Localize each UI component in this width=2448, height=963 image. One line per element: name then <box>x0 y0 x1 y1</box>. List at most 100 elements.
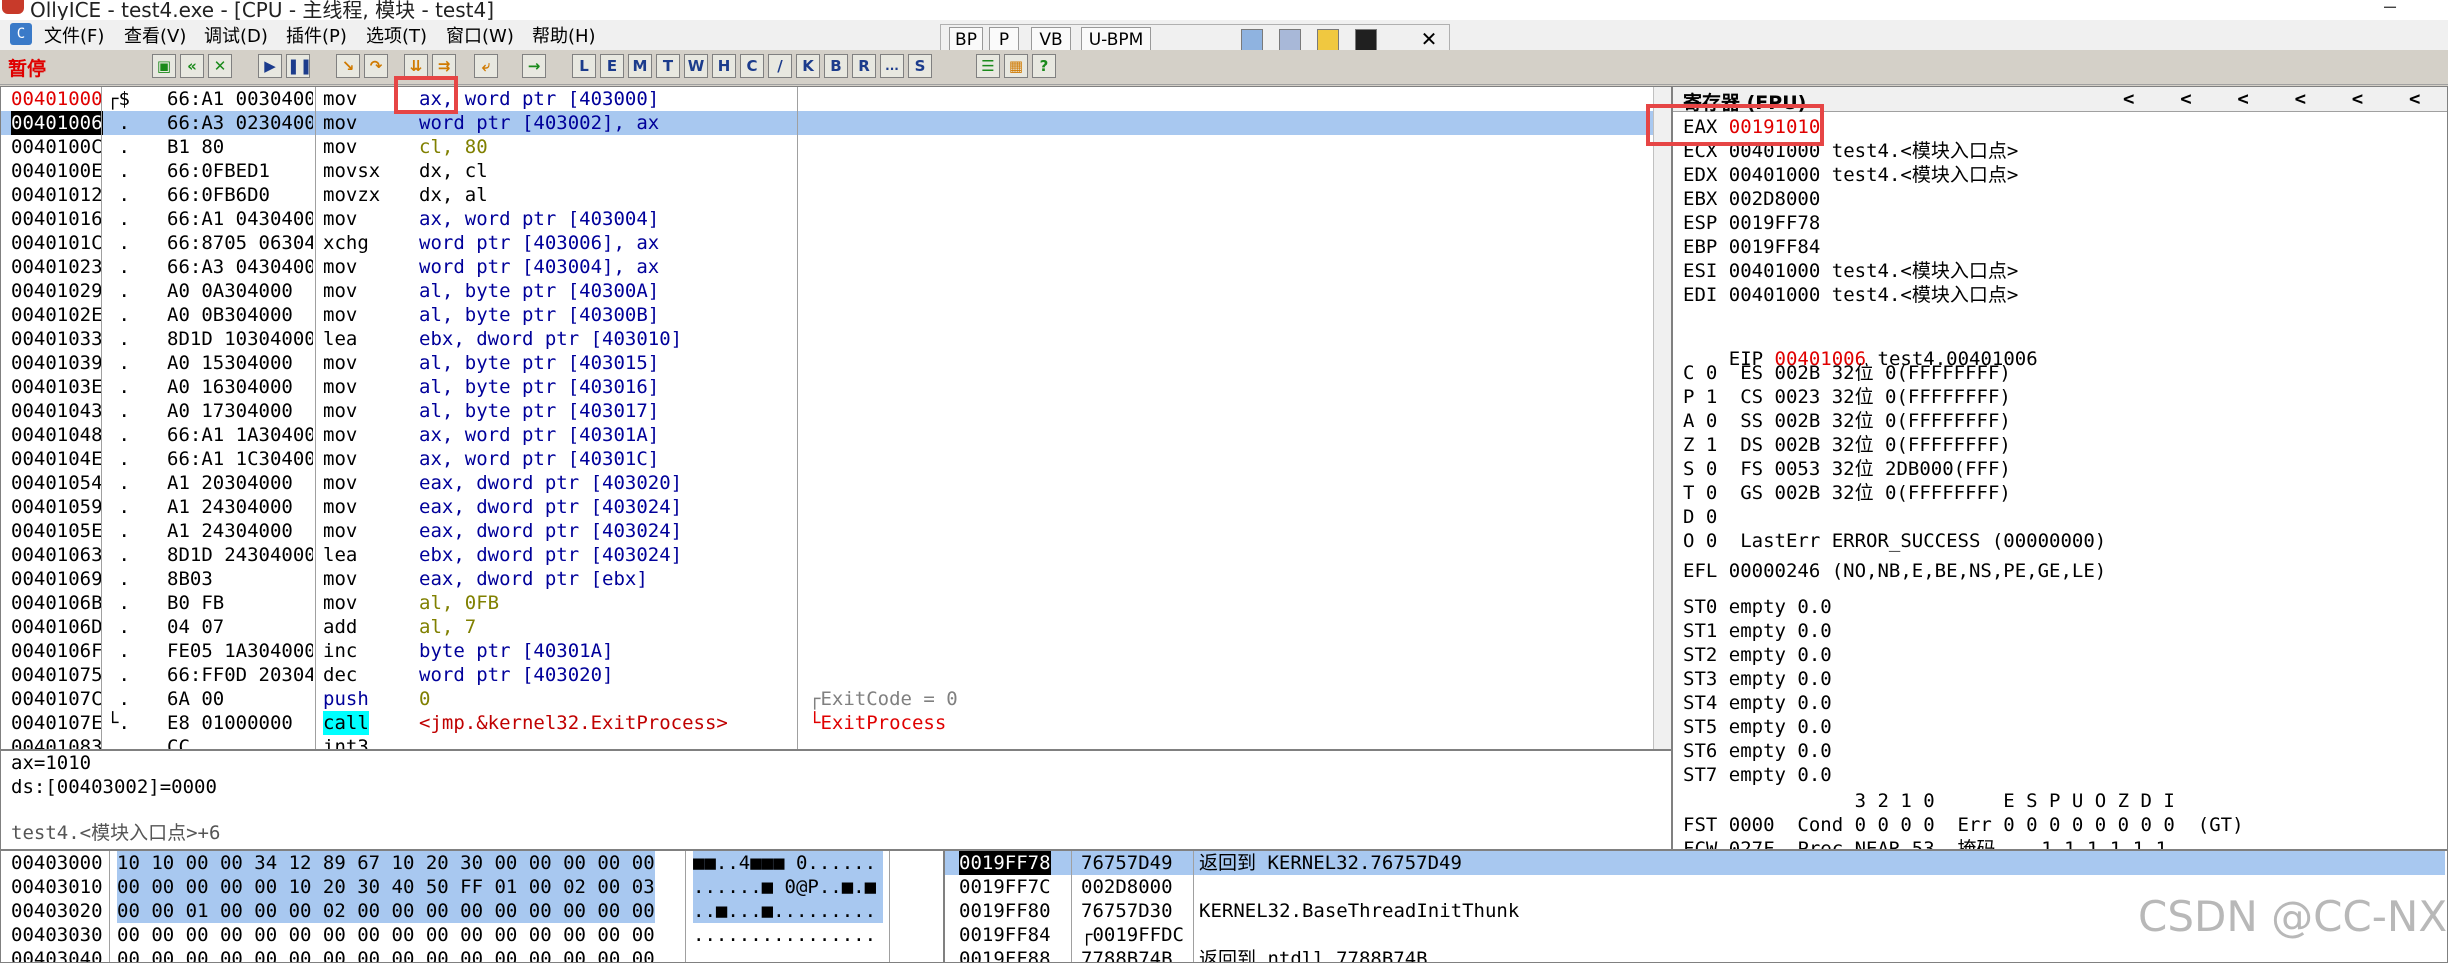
disasm-row[interactable]: 00401033 . 8D1D 10304000 lea ebx, dword ptr… <box>1 327 1653 351</box>
menu-view[interactable]: 查看(V) <box>124 22 186 48</box>
flag-line[interactable]: D 0 <box>1683 505 1717 529</box>
disasm-row[interactable]: 0040102E . A0 0B304000 mov al, byte ptr [40… <box>1 303 1653 327</box>
tb-letter-l[interactable]: L <box>572 54 596 78</box>
flag-line[interactable]: T 0 GS 002B 32位 0(FFFFFFFF) <box>1683 481 2011 505</box>
flag-line[interactable]: A 0 SS 002B 32位 0(FFFFFFFF) <box>1683 409 2011 433</box>
notes-icon[interactable] <box>1279 29 1301 51</box>
tb-letter-h[interactable]: H <box>712 54 736 78</box>
dump-row[interactable]: 00403030 00 00 00 00 00 00 00 00 00 00 00… <box>1 923 941 947</box>
open-icon[interactable]: ▣ <box>152 54 176 78</box>
disasm-row[interactable]: 0040100C . B1 80 mov cl, 80 <box>1 135 1653 159</box>
disasm-row[interactable]: 00401029 . A0 0A304000 mov al, byte ptr [40… <box>1 279 1653 303</box>
disasm-row[interactable]: 0040104E . 66:A1 1C304000 mov ax, word ptr … <box>1 447 1653 471</box>
fpu-register[interactable]: ST2 empty 0.0 <box>1683 643 1832 667</box>
stack-row[interactable]: 0019FF78 76757D49 返回到 KERNEL32.76757D49 <box>945 851 2445 875</box>
disasm-row[interactable]: 00401023 . 66:A3 04304000 mov word ptr [403… <box>1 255 1653 279</box>
fpu-register[interactable]: ST3 empty 0.0 <box>1683 667 1832 691</box>
tb-letter-c[interactable]: C <box>740 54 764 78</box>
minimize-button[interactable]: — <box>2384 0 2396 18</box>
tb-letter-r[interactable]: R <box>852 54 876 78</box>
dump-row[interactable]: 00403010 00 00 00 00 00 10 20 30 40 50 FF… <box>1 875 941 899</box>
tb-letter-dots[interactable]: ... <box>880 54 904 78</box>
trace-over-icon[interactable]: ⇉ <box>432 54 456 78</box>
disasm-row[interactable]: 00401054 . A1 20304000 mov eax, dword ptr [… <box>1 471 1653 495</box>
fpu-register[interactable]: ST7 empty 0.0 <box>1683 763 1832 787</box>
disasm-row[interactable]: 00401048 . 66:A1 1A304000 mov ax, word ptr … <box>1 423 1653 447</box>
tb-letter-b[interactable]: B <box>824 54 848 78</box>
pause-icon[interactable]: ❚❚ <box>286 54 312 78</box>
menu-options[interactable]: 选项(T) <box>366 22 427 48</box>
disasm-row[interactable]: 0040100E . 66:0FBED1 movsx dx, cl <box>1 159 1653 183</box>
console-icon[interactable] <box>1355 29 1377 51</box>
fpu-register[interactable]: ST0 empty 0.0 <box>1683 595 1832 619</box>
fpu-register[interactable]: ST1 empty 0.0 <box>1683 619 1832 643</box>
flag-line[interactable]: C 0 ES 002B 32位 0(FFFFFFFF) <box>1683 361 2011 385</box>
list-icon[interactable]: ☰ <box>976 54 1000 78</box>
disasm-row[interactable]: 0040106D . 04 07 add al, 7 <box>1 615 1653 639</box>
flag-line[interactable]: Z 1 DS 002B 32位 0(FFFFFFFF) <box>1683 433 2011 457</box>
disasm-row[interactable]: 00401059 . A1 24304000 mov eax, dword ptr [… <box>1 495 1653 519</box>
tb-letter-t[interactable]: T <box>656 54 680 78</box>
run-icon[interactable]: ▶ <box>258 54 282 78</box>
tb-letter-m[interactable]: M <box>628 54 652 78</box>
menu-help[interactable]: 帮助(H) <box>532 22 596 48</box>
disassembly-scrollbar[interactable] <box>1653 87 1671 749</box>
step-into-icon[interactable]: ↘ <box>336 54 360 78</box>
disasm-row[interactable]: 00401039 . A0 15304000 mov al, byte ptr [40… <box>1 351 1653 375</box>
disasm-row[interactable]: 0040103E . A0 16304000 mov al, byte ptr [40… <box>1 375 1653 399</box>
tb-letter-s[interactable]: S <box>908 54 932 78</box>
stack-row[interactable]: 0019FF88 7788B74B 返回到 ntdll.7788B74B <box>945 947 2445 962</box>
disasm-row[interactable]: 0040105E . A1 24304000 mov eax, dword ptr [… <box>1 519 1653 543</box>
register-ebx[interactable]: EBX 002D8000 <box>1683 187 1832 211</box>
dump-row[interactable]: 00403020 00 00 01 00 00 00 02 00 00 00 00… <box>1 899 941 923</box>
register-ebp[interactable]: EBP 0019FF84 <box>1683 235 1832 259</box>
step-over-icon[interactable]: ↷ <box>364 54 388 78</box>
register-edi[interactable]: EDI 00401000 test4.<模块入口点> <box>1683 283 2018 307</box>
disasm-row[interactable]: 0040107E └. E8 01000000 call <jmp.&kernel32.… <box>1 711 1653 735</box>
menu-debug[interactable]: 调试(D) <box>204 22 268 48</box>
disasm-row[interactable]: 00401006 . 66:A3 02304000 mov word ptr [403… <box>1 111 1653 135</box>
disasm-row[interactable]: 00401043 . A0 17304000 mov al, byte ptr [40… <box>1 399 1653 423</box>
dump-row[interactable]: 00403000 10 10 00 00 34 12 89 67 10 20 30… <box>1 851 941 875</box>
disasm-row[interactable]: 00401069 . 8B03 mov eax, dword ptr [ebx] <box>1 567 1653 591</box>
fpu-register[interactable]: ST4 empty 0.0 <box>1683 691 1832 715</box>
menu-file[interactable]: 文件(F) <box>44 22 104 48</box>
flag-line[interactable]: S 0 FS 0053 32位 2DB000(FFF) <box>1683 457 2011 481</box>
dump-row[interactable]: 00403040 00 00 00 00 00 00 00 00 00 00 00… <box>1 947 941 962</box>
disasm-row[interactable]: 00401083 CC int3 <box>1 735 1653 749</box>
cpu-window-icon[interactable]: C <box>10 23 32 45</box>
tb-letter-w[interactable]: W <box>684 54 708 78</box>
menu-plugins[interactable]: 插件(P) <box>286 22 347 48</box>
disasm-row[interactable]: 00401075 . 66:FF0D 20304000 dec word ptr [4… <box>1 663 1653 687</box>
disasm-row[interactable]: 0040107C . 6A 00 push 0 ┌ExitCode = 0 <box>1 687 1653 711</box>
register-esi[interactable]: ESI 00401000 test4.<模块入口点> <box>1683 259 2018 283</box>
options-icon[interactable]: ▦ <box>1004 54 1028 78</box>
efl-line[interactable]: EFL 00000246 (NO,NB,E,BE,NS,PE,GE,LE) <box>1683 559 2106 583</box>
folder-icon[interactable] <box>1317 29 1339 51</box>
menu-window[interactable]: 窗口(W) <box>446 22 514 48</box>
disasm-row[interactable]: 00401000 ┌$ 66:A1 00304000 mov ax, word ptr … <box>1 87 1653 111</box>
memory-dump-pane[interactable]: 00403000 10 10 00 00 34 12 89 67 10 20 30… <box>0 850 944 963</box>
disasm-row[interactable]: 00401016 . 66:A1 04304000 mov ax, word ptr … <box>1 207 1653 231</box>
help-icon[interactable]: ? <box>1032 54 1056 78</box>
register-edx[interactable]: EDX 00401000 test4.<模块入口点> <box>1683 163 2018 187</box>
fpu-register[interactable]: ST6 empty 0.0 <box>1683 739 1832 763</box>
disassembly-pane[interactable]: 00401000 ┌$ 66:A1 00304000 mov ax, word ptr … <box>0 86 1672 750</box>
tb-letter-e[interactable]: E <box>600 54 624 78</box>
registers-pane[interactable]: 寄存器 (FPU) < < < < < < EAX 00191010 ECX 0… <box>1672 86 2448 850</box>
disasm-row[interactable]: 0040106B . B0 FB mov al, 0FB <box>1 591 1653 615</box>
execute-till-return-icon[interactable]: ⤶ <box>474 54 498 78</box>
register-nav-arrows[interactable]: < < < < < < <box>2123 87 2420 111</box>
window-icon[interactable] <box>1241 29 1263 51</box>
tb-letter-slash[interactable]: / <box>768 54 792 78</box>
fpu-register[interactable]: ST5 empty 0.0 <box>1683 715 1832 739</box>
trace-into-icon[interactable]: ⇊ <box>404 54 428 78</box>
disasm-row[interactable]: 00401012 . 66:0FB6D0 movzx dx, al <box>1 183 1653 207</box>
disasm-row[interactable]: 00401063 . 8D1D 24304000 lea ebx, dword ptr… <box>1 543 1653 567</box>
close-process-icon[interactable]: ✕ <box>208 54 232 78</box>
goto-icon[interactable]: → <box>522 54 546 78</box>
flag-line[interactable]: O 0 LastErr ERROR_SUCCESS (00000000) <box>1683 529 2106 553</box>
disasm-row[interactable]: 0040101C . 66:8705 06304000 xchg word ptr [… <box>1 231 1653 255</box>
flag-line[interactable]: P 1 CS 0023 32位 0(FFFFFFFF) <box>1683 385 2011 409</box>
tb-letter-k[interactable]: K <box>796 54 820 78</box>
